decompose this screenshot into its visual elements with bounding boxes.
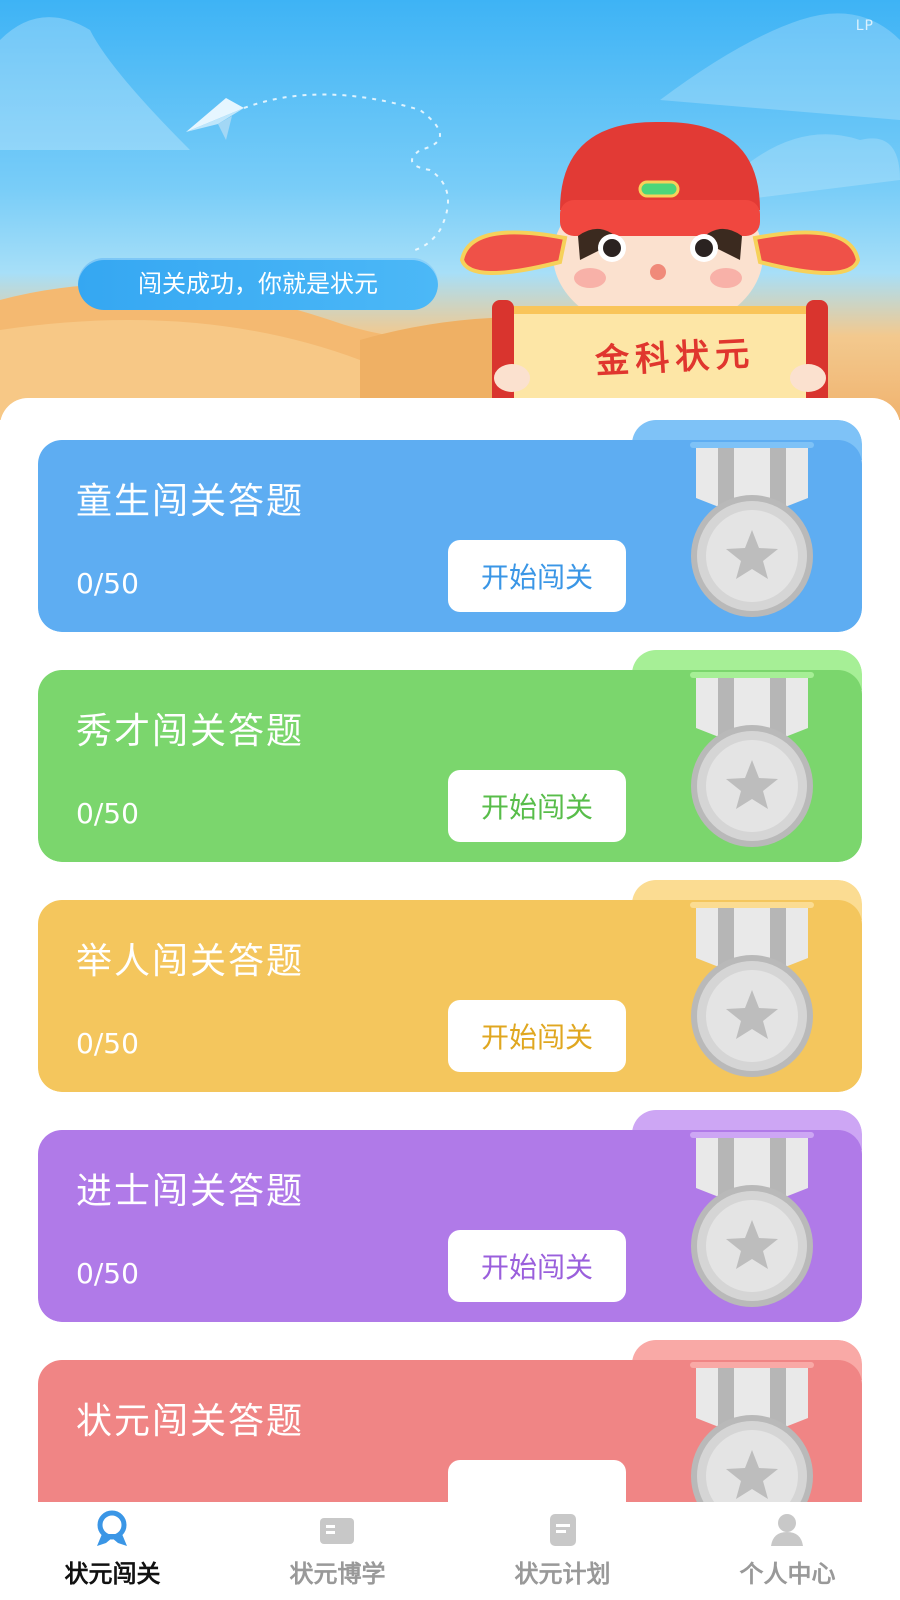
slogan-pill: 闯关成功，你就是状元 bbox=[78, 258, 438, 310]
start-level-button[interactable] bbox=[448, 1460, 626, 1502]
tab-label: 状元闯关 bbox=[64, 1560, 161, 1588]
start-level-button[interactable]: 开始闯关 bbox=[448, 770, 626, 842]
card-title: 状元闯关答题 bbox=[76, 1401, 305, 1442]
level-card-4[interactable]: 状元闯关答题 bbox=[38, 1340, 862, 1502]
level-card-2[interactable]: 举人闯关答题 0/50 开始闯关 bbox=[38, 880, 862, 1092]
watermark-text: LP bbox=[855, 18, 874, 34]
document-icon bbox=[550, 1514, 576, 1546]
level-card-1[interactable]: 秀才闯关答题 0/50 开始闯关 bbox=[38, 650, 862, 862]
level-list[interactable]: 童生闯关答题 0/50 开始闯关 秀才闯关答题 0/50 开始闯关 举人闯关答题… bbox=[0, 398, 900, 1502]
card-progress: 0/50 bbox=[76, 1257, 139, 1290]
bottom-tab-bar: 状元闯关 状元博学 状元计划 个人中心 bbox=[0, 1502, 900, 1600]
tab-zhuangyuan-learning[interactable]: 状元博学 bbox=[225, 1502, 450, 1600]
card-progress: 0/50 bbox=[76, 797, 139, 830]
card-progress: 0/50 bbox=[76, 1027, 139, 1060]
tab-label: 个人中心 bbox=[739, 1560, 836, 1588]
tab-zhuangyuan-challenge[interactable]: 状元闯关 bbox=[0, 1502, 225, 1600]
card-title: 秀才闯关答题 bbox=[76, 711, 305, 752]
start-level-button[interactable]: 开始闯关 bbox=[448, 540, 626, 612]
tab-label: 状元博学 bbox=[289, 1560, 386, 1588]
book-icon bbox=[320, 1518, 354, 1544]
card-title: 进士闯关答题 bbox=[76, 1171, 305, 1212]
hero-banner: LP 闯关成功，你就是状元 金科状元 bbox=[0, 0, 900, 420]
person-icon bbox=[771, 1514, 803, 1546]
level-card-3[interactable]: 进士闯关答题 0/50 开始闯关 bbox=[38, 1110, 862, 1322]
medal-icon bbox=[690, 672, 814, 847]
start-level-button[interactable]: 开始闯关 bbox=[448, 1230, 626, 1302]
card-progress: 0/50 bbox=[76, 567, 139, 600]
tab-personal-center[interactable]: 个人中心 bbox=[675, 1502, 900, 1600]
paper-plane-icon bbox=[186, 98, 244, 140]
level-card-0[interactable]: 童生闯关答题 0/50 开始闯关 bbox=[38, 420, 862, 632]
tab-label: 状元计划 bbox=[514, 1560, 611, 1588]
medal-icon bbox=[690, 1362, 814, 1502]
card-title: 举人闯关答题 bbox=[76, 941, 305, 982]
medal-icon bbox=[690, 1132, 814, 1307]
medal-icon bbox=[690, 902, 814, 1077]
card-title: 童生闯关答题 bbox=[76, 481, 305, 522]
start-level-button[interactable]: 开始闯关 bbox=[448, 1000, 626, 1072]
medal-icon bbox=[690, 442, 814, 617]
tab-zhuangyuan-plan[interactable]: 状元计划 bbox=[450, 1502, 675, 1600]
badge-icon bbox=[97, 1510, 127, 1546]
